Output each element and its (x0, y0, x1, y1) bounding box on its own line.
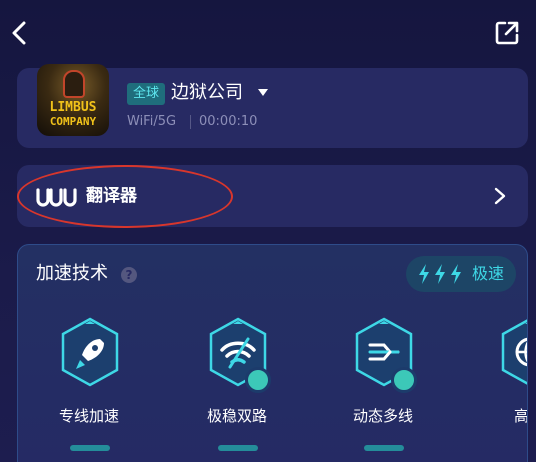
feature-label: 动态多线 (352, 407, 413, 425)
game-name[interactable]: 边狱公司 (171, 80, 243, 106)
rocket-icon (61, 317, 119, 387)
network-type: WiFi/5G (127, 114, 177, 129)
top-bar (0, 0, 536, 64)
share-button[interactable] (492, 18, 522, 48)
caret-down-icon[interactable] (258, 89, 268, 96)
game-cover-image: LIMBUS COMPANY (37, 64, 109, 136)
premium-gem-icon (245, 367, 271, 393)
bolt-icon (451, 264, 461, 284)
game-card[interactable]: LIMBUS COMPANY 全球 边狱公司 WiFi/5G 00:00:10 (17, 64, 528, 148)
divider (190, 115, 191, 129)
bolt-icon (419, 264, 429, 284)
feature-label: 专线加速 (58, 407, 119, 425)
region-badge: 全球 (127, 83, 166, 105)
acceleration-panel: 加速技术 ? 极速 专线加速 极稳双路 动态多线 高 (17, 244, 528, 462)
stub-indicator (218, 445, 258, 451)
stub-indicator (70, 445, 110, 451)
chevron-right-icon (494, 187, 506, 205)
highlight-annotation (17, 165, 233, 228)
globe-icon (501, 319, 527, 385)
external-link-icon (495, 21, 519, 45)
cover-title-line2: COMPANY (49, 115, 97, 128)
feature-label: 极稳双路 (206, 407, 267, 425)
feature-label: 高速 (513, 407, 528, 425)
speed-mode-label: 极速 (472, 264, 505, 283)
accel-timer: 00:00:10 (199, 114, 258, 129)
question-icon[interactable]: ? (121, 267, 137, 283)
cover-title-line1: LIMBUS (49, 100, 97, 115)
accel-title: 加速技术 (36, 263, 108, 284)
stub-indicator (364, 445, 404, 451)
premium-gem-icon (391, 367, 417, 393)
speed-mode-button[interactable]: 极速 (406, 256, 516, 292)
back-button[interactable] (8, 18, 30, 48)
bolt-icon (435, 264, 445, 284)
cover-figure (63, 70, 85, 98)
chevron-left-icon (12, 21, 26, 45)
